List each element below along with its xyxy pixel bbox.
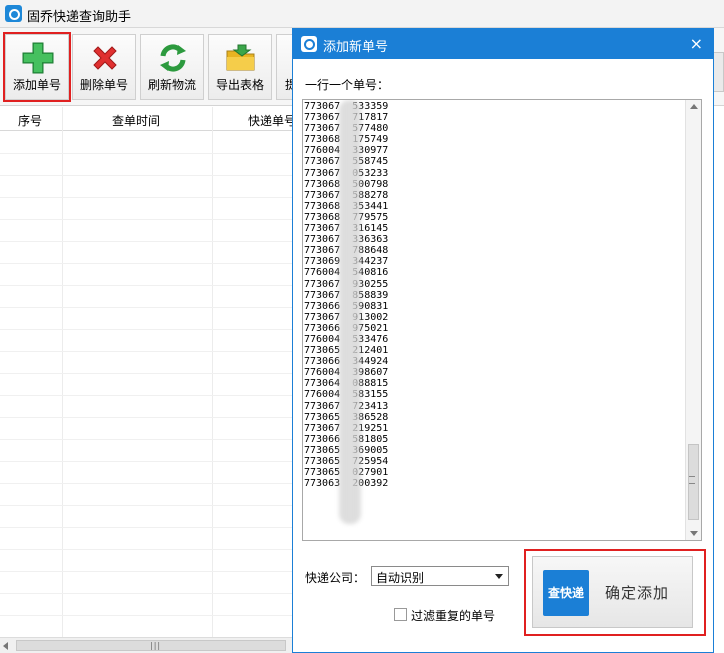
- plus-icon: [22, 42, 54, 74]
- table-row: [0, 483, 300, 484]
- export-table-button[interactable]: 导出表格: [208, 34, 272, 100]
- table-row: [0, 329, 300, 330]
- tracking-input-scrollbar[interactable]: [685, 100, 701, 540]
- scroll-left-arrow-icon[interactable]: [3, 642, 8, 650]
- table-row: [0, 571, 300, 572]
- tracking-input-label: 一行一个单号：: [305, 78, 390, 92]
- refresh-logistics-button[interactable]: 刷新物流: [140, 34, 204, 100]
- query-express-icon: 查快递: [543, 570, 589, 616]
- delete-x-icon: [93, 46, 117, 70]
- refresh-icon: [160, 44, 186, 72]
- table-row: [0, 219, 300, 220]
- app-titlebar: 固乔快递查询助手: [0, 0, 724, 28]
- add-tracking-label: 添加单号: [12, 78, 61, 92]
- column-header-tracking-number[interactable]: 快递单号: [248, 112, 296, 129]
- column-divider: [62, 107, 63, 637]
- export-table-label: 导出表格: [215, 78, 264, 92]
- scroll-down-arrow-icon[interactable]: [690, 531, 698, 536]
- scrollbar-grip-icon: [689, 476, 695, 484]
- table-row: [0, 593, 300, 594]
- delete-tracking-label: 删除单号: [79, 78, 128, 92]
- table-row: [0, 461, 300, 462]
- table-row: [0, 307, 300, 308]
- dialog-logo-icon: [301, 36, 317, 52]
- table-row: [0, 505, 300, 506]
- courier-company-label: 快递公司：: [305, 571, 366, 585]
- table-row: [0, 241, 300, 242]
- table-row: [0, 153, 300, 154]
- chevron-down-icon: [495, 574, 503, 579]
- tracking-table: 序号 查单时间 快递单号: [0, 107, 300, 637]
- table-row: [0, 549, 300, 550]
- table-row: [0, 395, 300, 396]
- scrollbar-grip-icon: |||: [150, 641, 162, 650]
- app-title: 固乔快递查询助手: [27, 10, 132, 25]
- table-horizontal-scrollbar[interactable]: |||: [0, 637, 300, 653]
- table-row: [0, 263, 300, 264]
- table-row: [0, 417, 300, 418]
- app-logo-icon: [5, 5, 22, 22]
- dialog-title: 添加新单号: [323, 40, 389, 55]
- tracking-numbers-input[interactable]: 773067 533359 773067 717817 773067 577480 7…: [302, 99, 702, 541]
- table-header: 序号 查单时间 快递单号: [0, 107, 300, 131]
- folder-export-icon: [226, 44, 255, 71]
- table-row: [0, 175, 300, 176]
- table-row: [0, 351, 300, 352]
- column-header-query-time[interactable]: 查单时间: [112, 112, 160, 129]
- delete-tracking-button[interactable]: 删除单号: [72, 34, 136, 100]
- table-row: [0, 197, 300, 198]
- table-row: [0, 373, 300, 374]
- add-tracking-dialog: 添加新单号 × 一行一个单号： 773067 533359 773067 7178…: [292, 28, 714, 653]
- redaction-blur: [339, 100, 361, 524]
- filter-duplicates-label[interactable]: 过滤重复的单号: [411, 607, 495, 624]
- filter-duplicates-checkbox[interactable]: [394, 608, 407, 621]
- confirm-add-label: 确定添加: [605, 584, 670, 602]
- courier-company-select[interactable]: 自动识别: [371, 566, 509, 586]
- refresh-logistics-label: 刷新物流: [147, 78, 196, 92]
- close-icon[interactable]: ×: [690, 34, 703, 53]
- courier-company-value: 自动识别: [376, 571, 425, 585]
- scroll-up-arrow-icon[interactable]: [690, 104, 698, 109]
- table-row: [0, 439, 300, 440]
- dialog-titlebar: 添加新单号 ×: [293, 29, 713, 59]
- add-tracking-button[interactable]: 添加单号: [3, 32, 71, 102]
- table-row: [0, 527, 300, 528]
- table-row: [0, 615, 300, 616]
- table-row: [0, 285, 300, 286]
- column-divider: [212, 107, 213, 637]
- confirm-add-button[interactable]: 查快递 确定添加: [532, 556, 693, 628]
- column-header-index[interactable]: 序号: [18, 112, 42, 129]
